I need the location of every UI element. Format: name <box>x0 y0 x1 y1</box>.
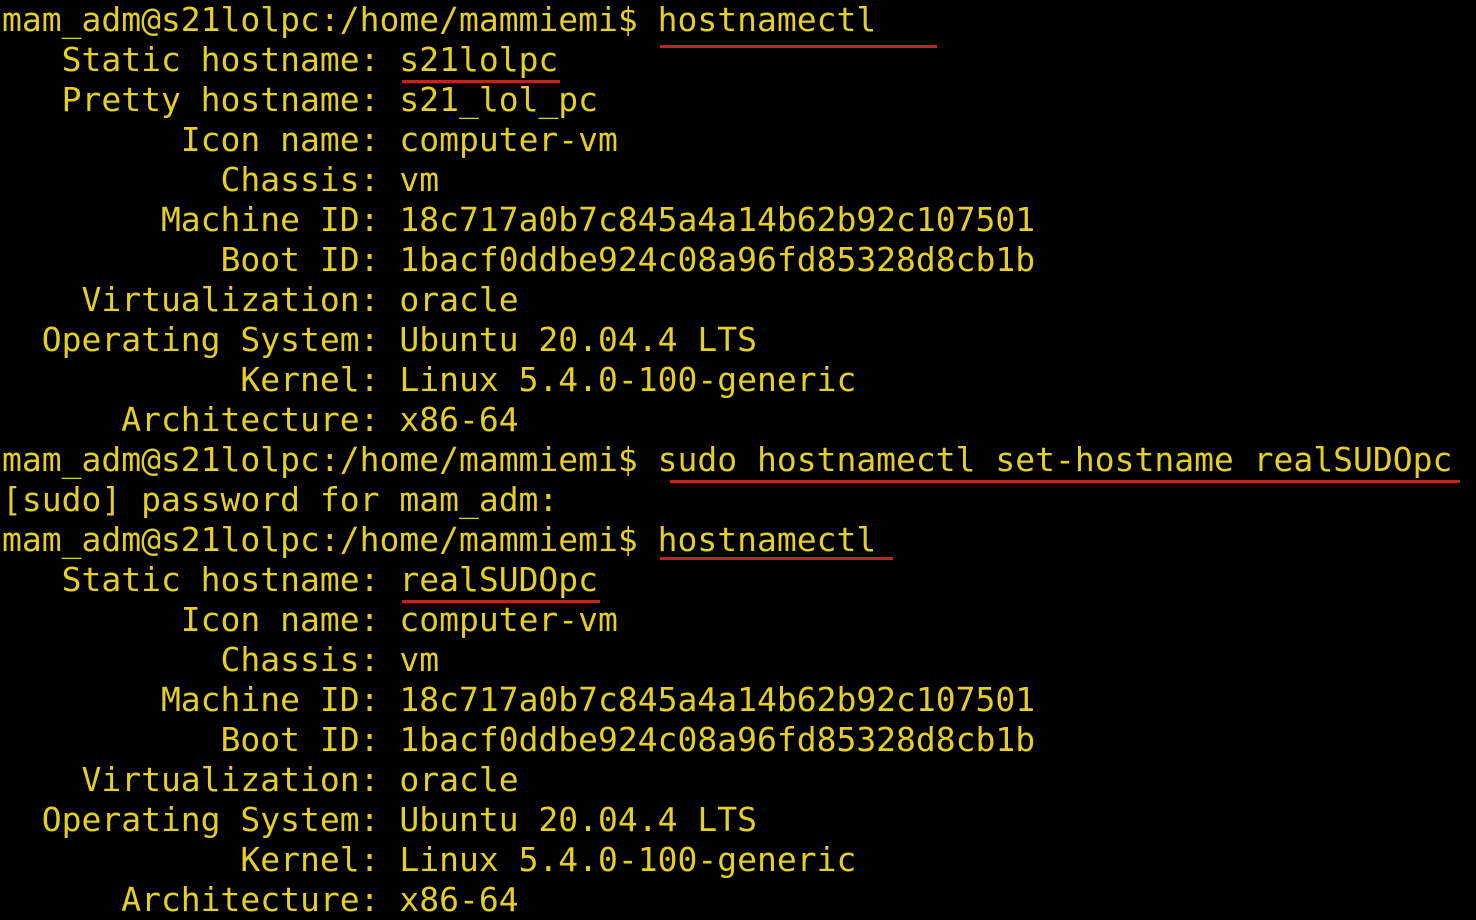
field-label: Operating System: <box>2 320 400 359</box>
output-line: Icon name: computer-vm <box>2 120 618 160</box>
output-line: Virtualization: oracle <box>2 280 519 320</box>
field-label: Kernel: <box>2 840 400 879</box>
output-line: Icon name: computer-vm <box>2 600 618 640</box>
field-label: Virtualization: <box>2 760 400 799</box>
field-label: Boot ID: <box>2 240 400 279</box>
shell-prompt: mam_adm@s21lolpc:/home/mammiemi$ <box>2 440 658 479</box>
highlight-underline <box>670 480 1460 483</box>
command-line: mam_adm@s21lolpc:/home/mammiemi$ sudo ho… <box>2 440 1452 480</box>
field-value: Linux 5.4.0-100-generic <box>399 360 857 399</box>
shell-prompt: mam_adm@s21lolpc:/home/mammiemi$ <box>2 520 658 559</box>
output-line: Boot ID: 1bacf0ddbe924c08a96fd85328d8cb1… <box>2 720 1036 760</box>
command-line: mam_adm@s21lolpc:/home/mammiemi$ hostnam… <box>2 520 876 560</box>
highlight-underline <box>660 557 893 560</box>
output-line: Chassis: vm <box>2 640 440 680</box>
output-line: Architecture: x86-64 <box>2 880 519 920</box>
sudo-password-prompt: [sudo] password for mam_adm: <box>2 480 558 520</box>
command-text: sudo hostnamectl set-hostname realSUDOpc <box>657 440 1453 479</box>
field-value: oracle <box>399 280 519 319</box>
command-text: hostnamectl <box>657 520 877 559</box>
field-label: Chassis: <box>2 160 400 199</box>
output-line: Boot ID: 1bacf0ddbe924c08a96fd85328d8cb1… <box>2 240 1036 280</box>
output-line: Chassis: vm <box>2 160 440 200</box>
field-value: 18c717a0b7c845a4a14b62b92c107501 <box>399 200 1036 239</box>
field-label: Chassis: <box>2 640 400 679</box>
field-label: Static hostname: <box>2 560 400 599</box>
terminal-window[interactable]: mam_adm@s21lolpc:/home/mammiemi$ hostnam… <box>0 0 1476 920</box>
field-value: computer-vm <box>399 120 618 159</box>
field-label: Pretty hostname: <box>2 80 400 119</box>
highlight-underline <box>660 45 937 48</box>
output-line: Operating System: Ubuntu 20.04.4 LTS <box>2 800 757 840</box>
command-text: hostnamectl <box>657 0 877 39</box>
field-value: x86-64 <box>399 880 519 919</box>
output-line: Static hostname: s21lolpc <box>2 40 559 80</box>
output-line: Machine ID: 18c717a0b7c845a4a14b62b92c10… <box>2 680 1035 720</box>
field-value: computer-vm <box>399 600 618 639</box>
field-value: 1bacf0ddbe924c08a96fd85328d8cb1b <box>399 240 1036 279</box>
field-value: Ubuntu 20.04.4 LTS <box>399 320 757 359</box>
output-line: Kernel: Linux 5.4.0-100-generic <box>2 840 856 880</box>
field-label: Machine ID: <box>2 680 400 719</box>
shell-prompt: mam_adm@s21lolpc:/home/mammiemi$ <box>2 0 658 39</box>
field-value: Linux 5.4.0-100-generic <box>399 840 857 879</box>
field-value: 18c717a0b7c845a4a14b62b92c107501 <box>399 680 1036 719</box>
field-label: Machine ID: <box>2 200 400 239</box>
output-line: Architecture: x86-64 <box>2 400 519 440</box>
field-value: oracle <box>399 760 519 799</box>
field-value: vm <box>399 160 440 199</box>
field-value: vm <box>399 640 440 679</box>
field-label: Icon name: <box>2 120 400 159</box>
command-line: mam_adm@s21lolpc:/home/mammiemi$ hostnam… <box>2 0 876 40</box>
field-value: s21lolpc <box>399 40 559 79</box>
output-line: Virtualization: oracle <box>2 760 519 800</box>
output-line: Operating System: Ubuntu 20.04.4 LTS <box>2 320 757 360</box>
field-value: realSUDOpc <box>399 560 599 599</box>
field-value: s21_lol_pc <box>399 80 599 119</box>
field-label: Architecture: <box>2 400 400 439</box>
field-label: Operating System: <box>2 800 400 839</box>
field-value: Ubuntu 20.04.4 LTS <box>399 800 757 839</box>
field-value: x86-64 <box>399 400 519 439</box>
field-label: Icon name: <box>2 600 400 639</box>
output-line: Machine ID: 18c717a0b7c845a4a14b62b92c10… <box>2 200 1035 240</box>
field-label: Static hostname: <box>2 40 400 79</box>
output-line: Static hostname: realSUDOpc <box>2 560 598 600</box>
field-label: Boot ID: <box>2 720 400 759</box>
field-label: Architecture: <box>2 880 400 919</box>
field-label: Kernel: <box>2 360 400 399</box>
output-line: Pretty hostname: s21_lol_pc <box>2 80 598 120</box>
prompt-text: [sudo] password for mam_adm: <box>2 480 559 519</box>
field-value: 1bacf0ddbe924c08a96fd85328d8cb1b <box>399 720 1036 759</box>
output-line: Kernel: Linux 5.4.0-100-generic <box>2 360 856 400</box>
field-label: Virtualization: <box>2 280 400 319</box>
